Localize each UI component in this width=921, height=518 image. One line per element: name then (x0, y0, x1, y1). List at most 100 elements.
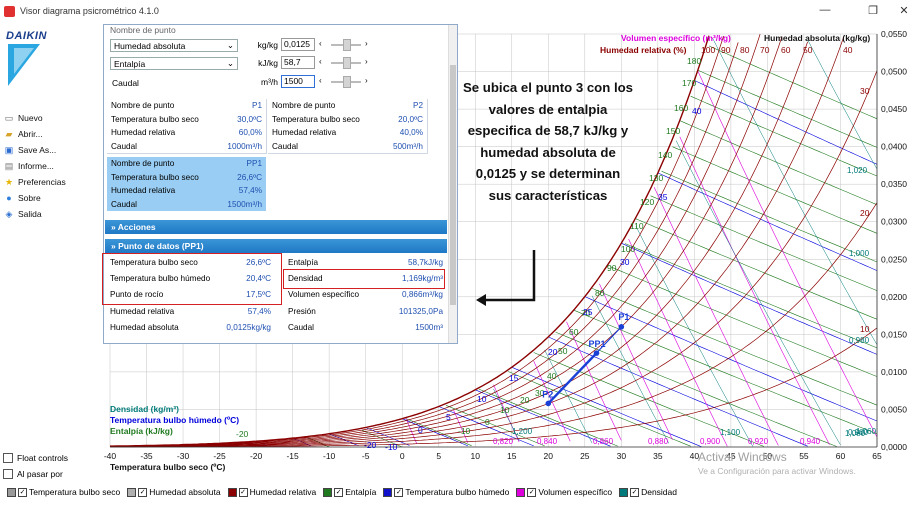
chart-legend-label: Temperatura bulbo húmedo (ºC) (110, 415, 239, 425)
slider-1[interactable]: ‹ › (319, 39, 368, 51)
wet-bulb-line (694, 80, 878, 165)
legend-checkbox[interactable]: ✓ (238, 487, 248, 497)
float-controls-checkbox[interactable] (3, 453, 13, 463)
legend-label: Temperatura bulbo húmedo (405, 487, 510, 497)
menu-item-1[interactable]: ▰ Abrir... (4, 126, 66, 142)
rh-tick-label: 40 (843, 45, 853, 55)
wet-bulb-label: 30 (620, 257, 630, 267)
point-card-pp1[interactable]: Nombre de punto PP1 Temperatura bulbo seco… (107, 157, 266, 211)
activate-windows-title: Activar Windows (698, 450, 787, 464)
restore-button[interactable]: ❐ (858, 4, 888, 17)
minimize-button[interactable]: — (810, 4, 840, 16)
float-controls-option[interactable]: Float controls (3, 450, 68, 466)
legend-checkbox[interactable]: ✓ (138, 487, 148, 497)
panel-scrollbar[interactable] (448, 25, 457, 343)
legend-label: Temperatura bulbo seco (29, 487, 121, 497)
menu-item-6[interactable]: ◈ Salida (4, 206, 66, 222)
menu-label: Preferencias (18, 177, 66, 187)
variable-select-2[interactable]: Entalpía ⌄ (110, 57, 238, 70)
legend-checkbox[interactable]: ✓ (527, 487, 537, 497)
card-row: Caudal 1000m³/h (107, 140, 266, 154)
right-arrow-icon[interactable]: › (365, 76, 368, 85)
unit-3: m³/h (261, 77, 278, 87)
slider-knob[interactable] (343, 57, 351, 69)
close-button[interactable]: ✕ (889, 4, 919, 17)
y-tick-label: 0,0100 (881, 367, 907, 377)
card-row: Caudal 500m³/h (268, 140, 427, 154)
legend-item[interactable]: ✓ Entalpía (323, 487, 376, 497)
legend-item[interactable]: ✓ Volumen específico (516, 487, 612, 497)
result-label: Presión (288, 306, 316, 316)
left-arrow-icon[interactable]: ‹ (319, 76, 327, 85)
caudal-label: Caudal (112, 77, 139, 88)
volume-line (628, 238, 728, 447)
legend-checkbox[interactable]: ✓ (630, 487, 640, 497)
card-label: Nombre de punto (111, 101, 175, 111)
on-hover-checkbox[interactable] (3, 469, 13, 479)
wet-bulb-line (621, 242, 878, 355)
slider-3[interactable]: ‹ › (319, 76, 368, 88)
wet-bulb-label: 0 (418, 425, 423, 435)
variable-select-1-value: Humedad absoluta (114, 40, 186, 51)
value-input-1[interactable]: 0,0125 (281, 38, 315, 51)
scrollbar-thumb[interactable] (450, 65, 456, 305)
humidity-header: Humedad absoluta (kg/kg) (764, 33, 870, 43)
data-point-p1 (618, 324, 625, 330)
right-arrow-icon[interactable]: › (365, 39, 368, 48)
left-arrow-icon[interactable]: ‹ (319, 39, 327, 48)
menu-item-3[interactable]: ▤ Informe... (4, 158, 66, 174)
legend-item[interactable]: ✓ Humedad absoluta (127, 487, 221, 497)
point-card-p1[interactable]: Nombre de punto P1 Temperatura bulbo seco 3… (107, 99, 267, 154)
input-row-2: Entalpía ⌄ (110, 56, 238, 71)
enthalpy-line (650, 195, 878, 291)
card-value: 40,0% (399, 128, 423, 138)
y-tick-label: 0,0400 (881, 142, 907, 152)
slider-2[interactable]: ‹ › (319, 57, 368, 69)
card-label: Humedad relativa (111, 128, 176, 138)
on-hover-option[interactable]: Al pasar por (3, 466, 68, 482)
slider-knob[interactable] (343, 39, 351, 51)
wet-bulb-label: 10 (477, 394, 487, 404)
acciones-header[interactable]: » Acciones (105, 220, 447, 234)
rh-tick-label: 100 (701, 45, 715, 55)
left-arrow-icon[interactable]: ‹ (319, 57, 327, 66)
legend-item[interactable]: ✓ Densidad (619, 487, 677, 497)
menu-item-4[interactable]: ★ Preferencias (4, 174, 66, 190)
activate-windows-subtitle: Ve a Configuración para activar Windows. (698, 466, 856, 476)
menu-label: Save As... (18, 145, 57, 155)
card-row: Humedad relativa 57,4% (107, 184, 266, 198)
wet-bulb-label: -10 (385, 442, 398, 452)
value-input-2[interactable]: 58,7 (281, 56, 315, 69)
menu-item-0[interactable]: ▭ Nuevo (4, 110, 66, 126)
variable-select-1[interactable]: Humedad absoluta ⌄ (110, 39, 238, 52)
unit-1: kg/kg (257, 40, 278, 50)
point-card-p2[interactable]: Nombre de punto P2 Temperatura bulbo seco 2… (268, 99, 428, 154)
legend-item[interactable]: ✓ Temperatura bulbo seco (7, 487, 120, 497)
x-tick-label: 5 (436, 451, 441, 461)
float-options: Float controls Al pasar por (3, 450, 68, 482)
card-value: 1500m³/h (227, 199, 262, 209)
right-arrow-icon[interactable]: › (365, 57, 368, 66)
volume-label: 0,940 (800, 437, 821, 446)
density-label: 0,980 (849, 336, 870, 345)
legend-checkbox[interactable]: ✓ (18, 487, 27, 497)
value-input-3[interactable]: 1500 (281, 75, 315, 88)
x-tick-label: -15 (286, 451, 299, 461)
x-tick-label: -40 (104, 451, 117, 461)
rh-tick-label: 70 (760, 45, 770, 55)
enthalpy-label: 160 (674, 103, 688, 113)
legend-item[interactable]: ✓ Temperatura bulbo húmedo (383, 487, 509, 497)
x-tick-label: 0 (400, 451, 405, 461)
legend-item[interactable]: ✓ Humedad relativa (227, 487, 316, 497)
menu-item-5[interactable]: ● Sobre (4, 190, 66, 206)
enthalpy-label: 140 (658, 150, 672, 160)
legend-checkbox[interactable]: ✓ (334, 487, 344, 497)
slider-knob[interactable] (343, 76, 351, 88)
menu-item-2[interactable]: ▣ Save As... (4, 142, 66, 158)
unit-2: kJ/kg (258, 58, 278, 68)
legend-checkbox[interactable]: ✓ (394, 487, 404, 497)
legend-label: Humedad absoluta (149, 487, 221, 497)
punto-datos-header[interactable]: » Punto de datos (PP1) (105, 239, 447, 253)
enthalpy-label: 90 (607, 263, 617, 273)
enthalpy-line (672, 146, 878, 234)
